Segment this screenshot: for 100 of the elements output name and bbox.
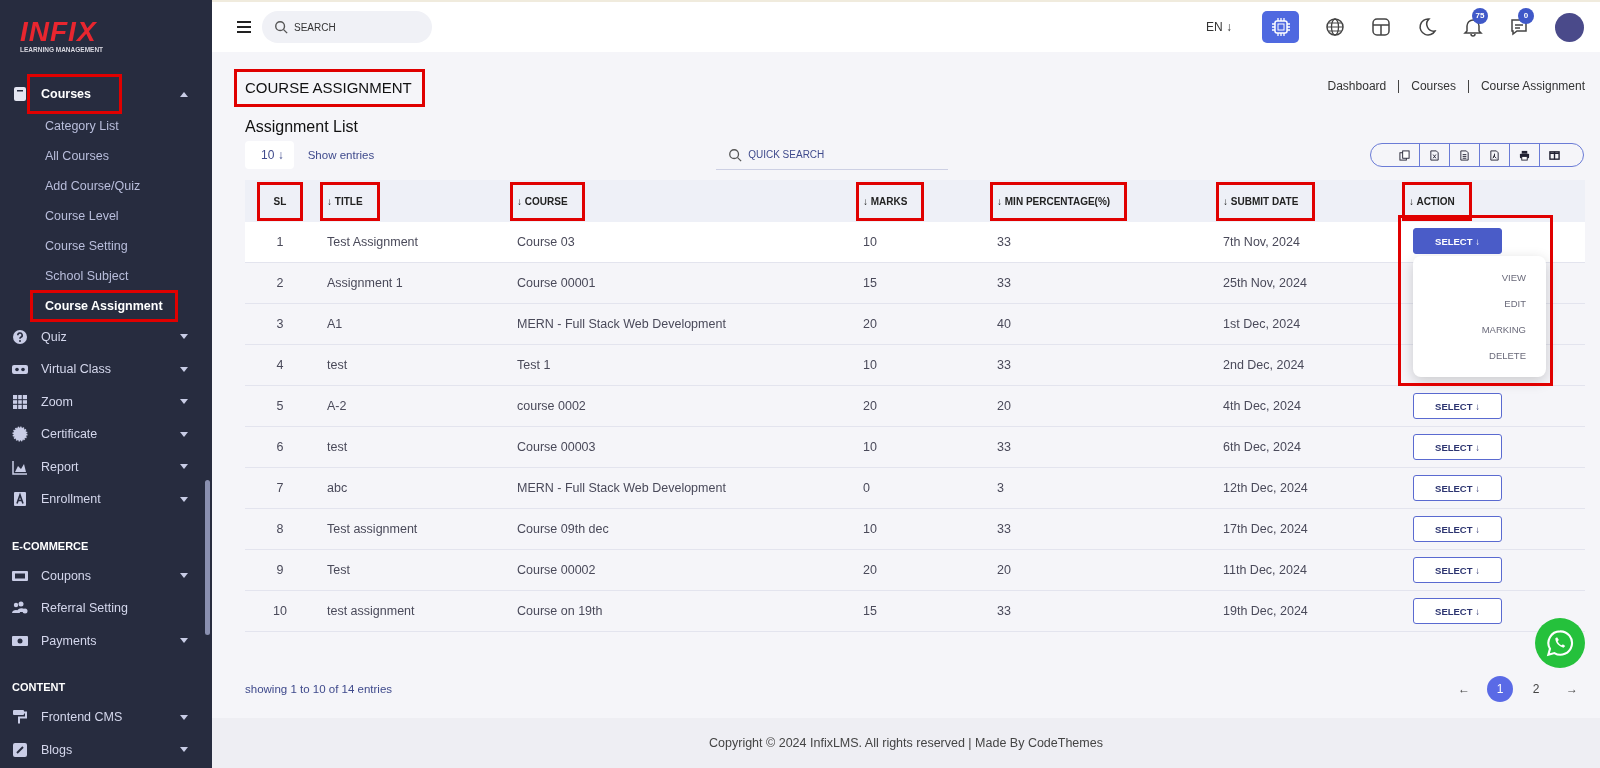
table-cell-text: Test xyxy=(326,563,351,577)
table-cell-text: 2 xyxy=(275,276,285,290)
bell-icon[interactable] xyxy=(1463,17,1483,37)
table-cell-text: 3 xyxy=(996,481,1005,495)
table-cell-text: 3 xyxy=(275,317,285,331)
menu-item[interactable]: MARKING xyxy=(1481,324,1526,335)
table-cell-text: 25th Nov, 2024 xyxy=(1222,276,1308,290)
globe-icon[interactable] xyxy=(1325,17,1345,37)
column-header[interactable]: ↓ MARKS xyxy=(859,184,922,218)
table-cell-text: Course 00003 xyxy=(516,440,597,454)
table-cell-text: 15 xyxy=(862,276,878,290)
list-title: Assignment List xyxy=(245,118,359,136)
next-page-button[interactable]: → xyxy=(1559,676,1585,702)
column-header[interactable]: ↓ TITLE xyxy=(323,184,377,218)
section-heading: CONTENT xyxy=(12,681,66,693)
page-size-select[interactable]: 10 ↓ xyxy=(245,141,294,169)
layout-icon[interactable] xyxy=(1371,17,1391,37)
table-cell-text: Course on 19th xyxy=(516,604,604,618)
sidebar-item[interactable]: Certificate xyxy=(41,418,106,451)
search-field[interactable]: SEARCH xyxy=(262,11,432,43)
footer-text: Copyright © 2024 InfixLMS. All rights reserved | Made By CodeThemes xyxy=(212,718,1600,768)
table-cell-text: test xyxy=(326,358,349,372)
avatar[interactable] xyxy=(1555,12,1584,42)
chart-icon xyxy=(12,458,28,475)
submenu-item[interactable]: Course Assignment xyxy=(33,292,175,319)
table-cell-text: 4 xyxy=(275,358,285,372)
submenu-item[interactable]: School Subject xyxy=(45,268,129,283)
table-cell-text: 7 xyxy=(275,481,285,495)
sidebar-item[interactable]: Frontend CMS xyxy=(41,701,131,734)
table-cell-text: 0 xyxy=(862,481,871,495)
sidebar-item[interactable]: Report xyxy=(41,450,87,483)
sidebar-item[interactable]: Virtual Class xyxy=(41,353,119,386)
table-cell-text: test xyxy=(326,440,349,454)
sidebar-item[interactable]: Quiz xyxy=(41,320,75,353)
menu-item[interactable]: VIEW xyxy=(1501,272,1526,283)
printer-icon xyxy=(1519,149,1530,161)
table-cell-text: 10 xyxy=(862,440,878,454)
ai-chip-button[interactable] xyxy=(1262,11,1299,43)
select-button[interactable]: SELECT ↓ xyxy=(1413,475,1502,501)
language-selector[interactable]: EN ↓ xyxy=(1206,20,1232,34)
sidebar-item[interactable]: Courses xyxy=(30,77,120,112)
column-header[interactable]: ↓ ACTION xyxy=(1405,184,1469,218)
select-button[interactable]: SELECT ↓ xyxy=(1413,598,1502,624)
table-cell-text: 20 xyxy=(996,563,1012,577)
column-header[interactable]: SL xyxy=(259,184,301,218)
table-cell-text: Test assignment xyxy=(326,522,419,536)
select-button[interactable]: SELECT ↓ xyxy=(1413,393,1502,419)
sidebar-item[interactable]: Referral Setting xyxy=(41,592,136,625)
previous-page-button[interactable]: ← xyxy=(1451,676,1477,702)
select-button[interactable]: SELECT ↓ xyxy=(1413,557,1502,583)
page-button[interactable]: 1 xyxy=(1487,676,1513,702)
submenu-item[interactable]: Course Level xyxy=(45,208,119,223)
breadcrumb-link[interactable]: Courses xyxy=(1398,79,1468,93)
table-cell-text: 9 xyxy=(275,563,285,577)
table-cell-text: 2nd Dec, 2024 xyxy=(1222,358,1306,372)
sidebar-item[interactable]: Coupons xyxy=(41,559,100,592)
table-cell-text: Test 1 xyxy=(516,358,552,372)
columns-icon xyxy=(1549,149,1560,161)
sidebar-item[interactable]: Blogs xyxy=(41,733,81,766)
table-cell-text: 33 xyxy=(996,358,1012,372)
breadcrumb-link[interactable]: Course Assignment xyxy=(1467,79,1585,93)
table-cell-text: Assignment 1 xyxy=(326,276,404,290)
select-button[interactable]: SELECT ↓ xyxy=(1413,228,1502,254)
menu-icon[interactable] xyxy=(236,19,252,35)
table-cell-text: 8 xyxy=(275,522,285,536)
page-button[interactable]: 2 xyxy=(1523,676,1549,702)
table-cell-text: 19th Dec, 2024 xyxy=(1222,604,1309,618)
table-cell-text: MERN - Full Stack Web Development xyxy=(516,317,727,331)
chat-icon[interactable] xyxy=(1509,17,1529,37)
table-cell-text: Course 00002 xyxy=(516,563,597,577)
moon-icon[interactable] xyxy=(1417,17,1437,37)
submenu-item[interactable]: Add Course/Quiz xyxy=(45,178,141,193)
sidebar-item[interactable]: Zoom xyxy=(41,385,81,418)
column-header[interactable]: ↓ COURSE xyxy=(513,184,582,218)
submenu-item[interactable]: Course Setting xyxy=(45,238,128,253)
scrollbar[interactable] xyxy=(205,480,210,635)
table-cell-text: 33 xyxy=(996,276,1012,290)
sidebar-item[interactable]: Enrollment xyxy=(41,483,109,516)
column-header[interactable]: ↓ SUBMIT DATE xyxy=(1219,184,1313,218)
table-cell-text: 12th Dec, 2024 xyxy=(1222,481,1309,495)
column-header[interactable]: ↓ MIN PERCENTAGE(%) xyxy=(993,184,1125,218)
submenu-item[interactable]: Category List xyxy=(45,118,119,133)
select-button[interactable]: SELECT ↓ xyxy=(1413,516,1502,542)
table-cell-text: 7th Nov, 2024 xyxy=(1222,235,1301,249)
quick-search-field[interactable]: QUICK SEARCH xyxy=(716,140,949,170)
message-badge: 0 xyxy=(1518,8,1534,24)
breadcrumb-link[interactable]: Dashboard xyxy=(1315,79,1399,93)
submenu-item[interactable]: All Courses xyxy=(45,148,109,163)
menu-item[interactable]: EDIT xyxy=(1504,298,1526,309)
select-button[interactable]: SELECT ↓ xyxy=(1413,434,1502,460)
table-cell-text: A-2 xyxy=(326,399,348,413)
entries-summary: showing 1 to 10 of 14 entries xyxy=(245,683,393,695)
copy-icon xyxy=(1398,149,1410,161)
pen-icon xyxy=(12,741,28,758)
table-cell-text: Course 09th dec xyxy=(516,522,610,536)
table-cell-text: 20 xyxy=(862,317,878,331)
search-icon xyxy=(274,20,288,34)
sidebar-item[interactable]: Payments xyxy=(41,624,105,657)
menu-item[interactable]: DELETE xyxy=(1489,350,1526,361)
table-cell-text: 33 xyxy=(996,522,1012,536)
